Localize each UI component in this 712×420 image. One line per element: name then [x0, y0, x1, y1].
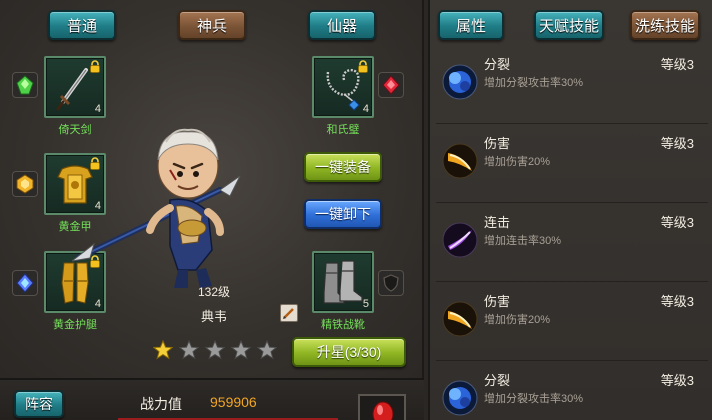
upgrade-star-button[interactable]: 升星(3/30)	[292, 337, 406, 367]
slot-necklace-name: 和氏璧	[326, 124, 360, 136]
skill-level: 等级3	[660, 294, 694, 309]
unequip-all-button[interactable]: 一键卸下	[304, 199, 382, 229]
slot-legs-name: 黄金护腿	[53, 319, 97, 331]
tab-divine-weapon[interactable]: 神兵	[178, 10, 246, 40]
red-crystal-icon	[372, 401, 394, 420]
purple-slash-icon	[442, 222, 478, 258]
golden-slash-icon	[442, 143, 478, 179]
skill-description: 增加连击率30%	[484, 235, 562, 247]
skill-name: 伤害	[484, 294, 511, 309]
rename-button[interactable]	[280, 304, 298, 322]
star-empty-icon	[231, 340, 251, 360]
power-value: 959906	[210, 394, 257, 410]
tab-immortal-artifact[interactable]: 仙器	[308, 10, 376, 40]
slot-legs-level: 4	[94, 298, 101, 310]
lock-icon	[358, 60, 368, 73]
green-gem-icon[interactable]	[12, 72, 38, 98]
hero-character	[71, 128, 241, 288]
slot-necklace-level: 4	[362, 103, 369, 115]
pencil-icon	[283, 308, 294, 319]
skill-level: 等级3	[660, 57, 694, 72]
slot-weapon-level: 4	[94, 103, 101, 115]
skill-description: 增加伤害20%	[484, 156, 551, 168]
skill-name: 分裂	[484, 57, 511, 72]
skill-description: 增加伤害20%	[484, 314, 551, 326]
slot-weapon[interactable]: 4	[44, 56, 106, 118]
skill-row[interactable]: 分裂 等级3 增加分裂攻击率30%	[436, 48, 708, 124]
lock-icon	[90, 60, 100, 73]
empty-gem-slot-icon[interactable]	[378, 270, 404, 296]
hero-name: 典韦	[200, 309, 227, 324]
yellow-gem-icon[interactable]	[12, 171, 38, 197]
bottom-bar: 阵容 战力值 959906	[0, 378, 424, 420]
skill-description: 增加分裂攻击率30%	[484, 77, 584, 89]
skill-name: 分裂	[484, 373, 511, 388]
power-label: 战力值	[140, 396, 182, 412]
equipment-panel: 普通 神兵 仙器 4 倚天剑 4 黄金甲 4 黄金护腿 4 和氏璧 5 精铁战靴…	[0, 0, 424, 378]
skill-row[interactable]: 分裂 等级3 增加分裂攻击率30%	[436, 364, 708, 420]
blue-orb-icon	[442, 64, 478, 100]
slot-boots[interactable]: 5	[312, 251, 374, 313]
skill-row[interactable]: 伤害 等级3 增加伤害20%	[436, 285, 708, 361]
skill-level: 等级3	[660, 373, 694, 388]
hero-level: 132级	[197, 285, 231, 299]
star-empty-icon	[179, 340, 199, 360]
skills-panel: 属性 天赋技能 洗练技能 分裂 等级3 增加分裂攻击率30% 伤害 等级3 增加伤害20%…	[428, 0, 712, 420]
tab-normal[interactable]: 普通	[48, 10, 116, 40]
slot-boots-level: 5	[362, 298, 369, 310]
equip-all-button[interactable]: 一键装备	[304, 152, 382, 182]
skill-level: 等级3	[660, 215, 694, 230]
skill-name: 伤害	[484, 136, 511, 151]
skills-list: 分裂 等级3 增加分裂攻击率30% 伤害 等级3 增加伤害20% 连击 等级3 增加连击率30%…	[430, 48, 712, 420]
golden-slash-icon	[442, 301, 478, 337]
slot-necklace[interactable]: 4	[312, 56, 374, 118]
red-gem-icon[interactable]	[378, 72, 404, 98]
blue-gem-icon[interactable]	[12, 270, 38, 296]
star-empty-icon	[205, 340, 225, 360]
skill-name: 连击	[484, 215, 511, 230]
lineup-button[interactable]: 阵容	[14, 390, 64, 418]
skill-description: 增加分裂攻击率30%	[484, 393, 584, 405]
tab-refine-skills[interactable]: 洗练技能	[630, 10, 700, 40]
blue-orb-icon	[442, 380, 478, 416]
tab-attributes[interactable]: 属性	[438, 10, 504, 40]
skill-level: 等级3	[660, 136, 694, 151]
star-empty-icon	[257, 340, 277, 360]
slot-boots-name: 精铁战靴	[321, 319, 365, 331]
skill-row[interactable]: 连击 等级3 增加连击率30%	[436, 206, 708, 282]
item-slot-bottom[interactable]	[358, 394, 406, 420]
skill-row[interactable]: 伤害 等级3 增加伤害20%	[436, 127, 708, 203]
tab-talent-skills[interactable]: 天赋技能	[534, 10, 604, 40]
star-filled-icon	[153, 340, 173, 360]
